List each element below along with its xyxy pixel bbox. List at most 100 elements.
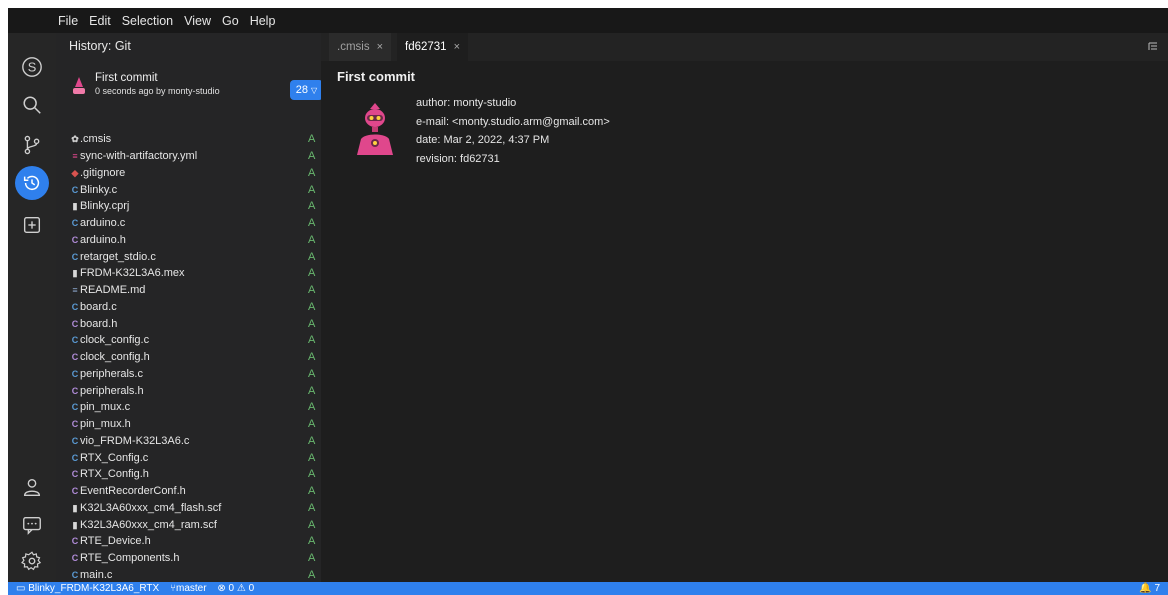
tab-revision[interactable]: fd62731 ×	[397, 33, 469, 61]
status-left: ▭ Blinky_FRDM-K32L3A6_RTX ⑂master ⊗ 0 ⚠ …	[16, 582, 254, 595]
workspace-name[interactable]: Blinky_FRDM-K32L3A6_RTX	[28, 583, 159, 594]
file-name: Blinky.cprj	[80, 200, 130, 213]
file-status: A	[308, 183, 316, 196]
file-row[interactable]: ◆ .gitignore A	[56, 165, 321, 182]
file-name: arduino.h	[80, 233, 126, 246]
menu-go[interactable]: Go	[222, 14, 239, 28]
file-name: FRDM-K32L3A6.mex	[80, 267, 185, 280]
file-name: vio_FRDM-K32L3A6.c	[80, 434, 190, 447]
file-row[interactable]: C RTE_Device.h A	[56, 533, 321, 550]
studio-logo-icon[interactable]: S	[16, 51, 48, 83]
author-line: author: monty-studio	[416, 97, 517, 109]
file-row[interactable]: Cperipherals.h A	[56, 382, 321, 399]
tab-cmsis[interactable]: .cmsis ×	[329, 33, 392, 61]
c-file-icon: C	[71, 435, 79, 446]
file-file-icon: ▮	[72, 268, 78, 279]
file-name: Blinky.c	[80, 183, 118, 196]
date-line: date: Mar 2, 2022, 4:37 PM	[416, 134, 550, 146]
file-row[interactable]: Carduino.c A	[56, 215, 321, 232]
file-row[interactable]: ≡ README.md A	[56, 282, 321, 299]
file-row[interactable]: Cretarget_stdio.c A	[56, 248, 321, 265]
file-count: 28	[295, 84, 309, 96]
file-row[interactable]: Cperipherals.c A	[56, 366, 321, 383]
file-row[interactable]: C RTE_Components.h A	[56, 550, 321, 567]
c-file-icon: C	[71, 452, 79, 463]
chat-icon[interactable]	[16, 509, 48, 541]
status-right: 🔔 7	[1139, 582, 1160, 595]
h-file-icon: C	[71, 419, 79, 430]
file-status: A	[308, 267, 316, 280]
file-row[interactable]: ▮ K32L3A60xxx_cm4_flash.scf A	[56, 500, 321, 517]
file-name: RTX_Config.c	[80, 451, 149, 464]
file-row[interactable]: ▮ FRDM-K32L3A6.mex A	[56, 265, 321, 282]
menu-selection[interactable]: Selection	[122, 14, 173, 28]
file-name: RTE_Components.h	[80, 552, 180, 565]
history-icon[interactable]	[15, 166, 49, 200]
h-file-icon: C	[71, 234, 79, 245]
c-file-icon: C	[71, 569, 79, 580]
changed-files-list: ✿ .cmsis A ≡ sync-with-artifactory.yml A ◆ .git…	[56, 131, 321, 582]
commit-entry[interactable]: First commit 0 seconds ago by monty-stud…	[66, 71, 321, 101]
file-row[interactable]: Cmain.c A	[56, 567, 321, 583]
h-file-icon: C	[71, 553, 79, 564]
file-row[interactable]: Cboard.c A	[56, 299, 321, 316]
settings-gear-icon[interactable]	[16, 545, 48, 577]
close-icon[interactable]: ×	[454, 41, 460, 53]
file-row[interactable]: C EventRecorderConf.h A	[56, 483, 321, 500]
file-status: A	[308, 418, 316, 431]
file-name: K32L3A60xxx_cm4_ram.scf	[80, 518, 217, 531]
md-file-icon: ≡	[72, 285, 78, 296]
file-row[interactable]: Cvio_FRDM-K32L3A6.c A	[56, 433, 321, 450]
menu-help[interactable]: Help	[250, 14, 276, 28]
file-name: K32L3A60xxx_cm4_flash.scf	[80, 501, 222, 514]
file-row[interactable]: Cpin_mux.c A	[56, 399, 321, 416]
file-row[interactable]: ✿ .cmsis A	[56, 131, 321, 148]
file-row[interactable]: Cpin_mux.h A	[56, 416, 321, 433]
file-file-icon: ▮	[72, 201, 78, 212]
c-file-icon: C	[71, 184, 79, 195]
svg-text:S: S	[28, 60, 37, 75]
file-row[interactable]: Carduino.h A	[56, 232, 321, 249]
file-status: A	[308, 166, 316, 179]
commit-title: First commit	[337, 69, 416, 84]
problems-indicator[interactable]: ⊗ 0 ⚠ 0	[217, 583, 254, 594]
file-row[interactable]: ▮ Blinky.cprj A	[56, 198, 321, 215]
file-name: clock_config.c	[80, 334, 150, 347]
h-file-icon: C	[71, 536, 79, 547]
file-row[interactable]: C RTX_Config.h A	[56, 466, 321, 483]
file-row[interactable]: C Blinky.c A	[56, 181, 321, 198]
account-icon[interactable]	[16, 471, 48, 503]
menu-edit[interactable]: Edit	[89, 14, 111, 28]
git-branch[interactable]: master	[176, 583, 207, 594]
close-icon[interactable]: ×	[377, 41, 383, 53]
notification-count[interactable]: 7	[1154, 583, 1160, 594]
file-row[interactable]: ▮ K32L3A60xxx_cm4_ram.scf A	[56, 516, 321, 533]
file-status: A	[308, 535, 316, 548]
add-box-icon[interactable]	[16, 209, 48, 241]
c-file-icon: C	[71, 368, 79, 379]
tab-label: .cmsis	[337, 41, 370, 53]
file-row[interactable]: Cboard.h A	[56, 315, 321, 332]
sidebar-title: History: Git	[69, 39, 131, 53]
menu-file[interactable]: File	[58, 14, 78, 28]
file-name: pin_mux.h	[80, 418, 131, 431]
file-row[interactable]: Cclock_config.h A	[56, 349, 321, 366]
file-row[interactable]: C RTX_Config.c A	[56, 449, 321, 466]
search-icon[interactable]	[16, 89, 48, 121]
menu-view[interactable]: View	[184, 14, 211, 28]
tab-label: fd62731	[405, 41, 447, 53]
bell-icon[interactable]: 🔔	[1139, 583, 1151, 594]
file-status: A	[308, 351, 316, 364]
more-actions-icon[interactable]	[1148, 41, 1158, 51]
file-name: .cmsis	[80, 133, 112, 146]
file-name: peripherals.c	[80, 367, 143, 380]
file-status: A	[308, 233, 316, 246]
file-row[interactable]: Cclock_config.c A	[56, 332, 321, 349]
file-count-badge[interactable]: 28 ▽	[290, 80, 321, 100]
file-name: main.c	[80, 568, 113, 581]
file-status: A	[308, 568, 316, 581]
file-row[interactable]: ≡ sync-with-artifactory.yml A	[56, 148, 321, 165]
menu-bar: File Edit Selection View Go Help	[8, 8, 1168, 33]
file-name: arduino.c	[80, 217, 126, 230]
source-control-icon[interactable]	[16, 129, 48, 161]
